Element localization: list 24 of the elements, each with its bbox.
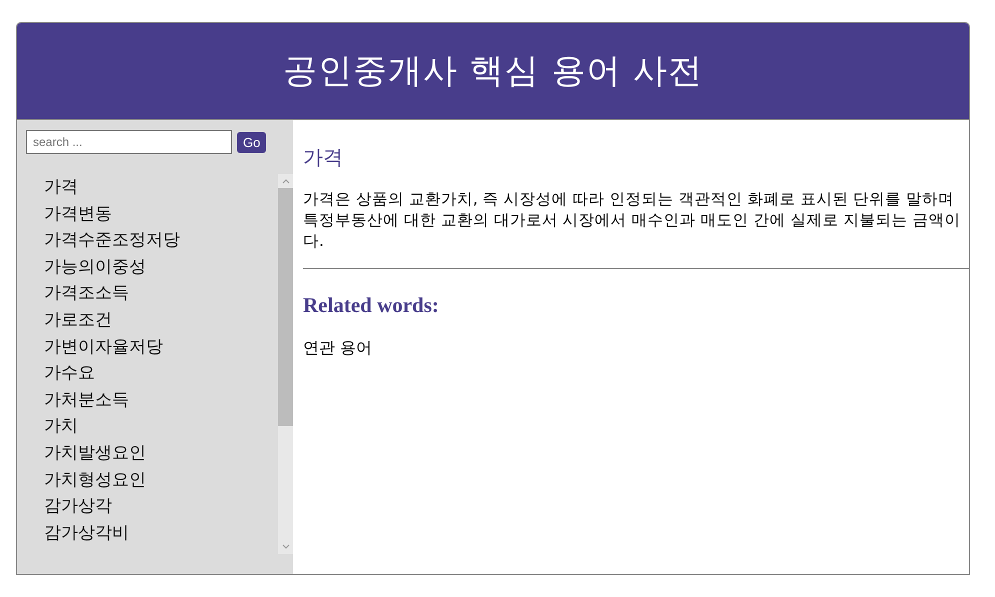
term-link[interactable]: 가능의이중성 (44, 256, 146, 277)
page-title: 공인중개사 핵심 용어 사전 (282, 50, 704, 93)
scroll-up-icon[interactable] (280, 178, 290, 184)
related-heading: Related words: (303, 292, 440, 318)
term-link[interactable]: 가치형성요인 (44, 470, 146, 490)
term-link[interactable]: 가격변동 (44, 204, 112, 224)
term-link[interactable]: 가변이자율저당 (44, 336, 163, 357)
term-link[interactable]: 감가상각 (44, 496, 112, 516)
definition-text: 가격은 상품의 교환가치, 즉 시장성에 따라 인정되는 객관적인 화폐로 표시된 단위를 말하며 특정부동산에 대한 교환의 대가로서 시장에서 매수인과 매도인 간에 실제로 지불되는 금액이다. (303, 189, 962, 252)
related-word: 연관 용어 (303, 338, 374, 359)
scrollbar[interactable] (278, 174, 293, 554)
term-link[interactable]: 가로조건 (44, 310, 112, 330)
term-link[interactable]: 가격수준조정저당 (44, 230, 180, 250)
term-link[interactable]: 가처분소득 (44, 390, 129, 410)
search-field[interactable]: search ... (26, 130, 232, 154)
scroll-down-icon[interactable] (280, 544, 290, 550)
term-link[interactable]: 가수요 (44, 363, 95, 384)
term-link[interactable]: 가격 (44, 177, 78, 197)
term-link[interactable]: 가치발생요인 (44, 442, 146, 463)
go-button[interactable]: Go (237, 132, 266, 152)
term-link[interactable]: 감가상각비 (44, 522, 129, 543)
term-link[interactable]: 가격조소득 (44, 283, 129, 304)
term-link[interactable]: 가치 (44, 416, 78, 436)
term-title: 가격 (303, 144, 344, 171)
